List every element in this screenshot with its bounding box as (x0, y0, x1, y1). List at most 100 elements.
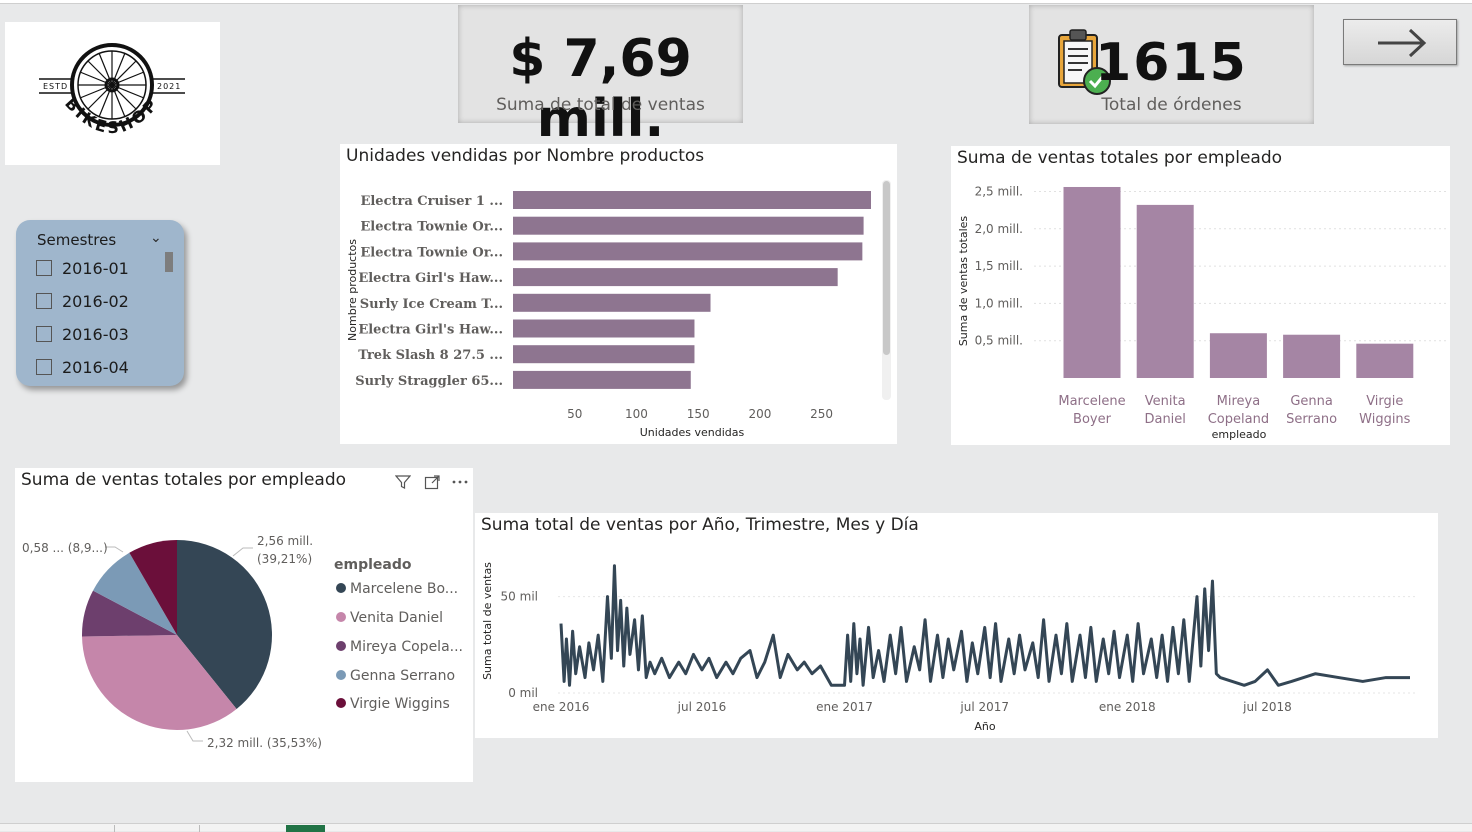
y-axis-title: Suma de ventas totales (957, 216, 970, 347)
x-tick-label: jul 2018 (1242, 700, 1292, 714)
product-label: Electra Townie Or... (360, 220, 503, 235)
checkbox[interactable] (36, 326, 52, 342)
employee-label: Daniel (1144, 412, 1185, 427)
sales-line (559, 564, 1410, 687)
employee-bar (1209, 333, 1267, 378)
checkbox[interactable] (36, 260, 52, 276)
x-axis-title: Unidades vendidas (640, 426, 745, 439)
employee-label: Boyer (1073, 412, 1112, 427)
leader-line (186, 730, 203, 742)
data-label-marcelene: 2,56 mill. (257, 534, 313, 548)
x-tick-label: 200 (748, 407, 771, 421)
product-bar (513, 345, 695, 364)
products-scrollbar[interactable] (882, 180, 891, 400)
legend-dot (336, 612, 346, 622)
pie-chart: 2,56 mill. (39,21%) 2,32 mill. (35,53%) 0,5… (22, 534, 322, 750)
legend-item[interactable]: Marcelene Bo... (336, 581, 458, 597)
kpi-orders-label: Total de órdenes (1101, 95, 1242, 115)
employee-bar (1063, 186, 1121, 378)
slicer-option[interactable]: 2016-02 (36, 292, 129, 312)
legend-item[interactable]: Genna Serrano (336, 668, 455, 684)
y-tick-label: 0,5 mill. (975, 334, 1023, 348)
bikeshop-logo: ESTD 2021 BIKESHOP (39, 43, 185, 137)
data-label-genna: 0,58 ... (8,9...) (22, 541, 108, 555)
slicer-option[interactable]: 2016-01 (36, 259, 129, 279)
product-label: Trek Slash 8 27.5 ... (358, 348, 503, 363)
checkbox[interactable] (36, 293, 52, 309)
leader-line (105, 546, 124, 553)
slicer-option[interactable]: 2016-04 (36, 358, 129, 378)
products-bar-visual[interactable]: Unidades vendidas por Nombre productos E… (340, 144, 897, 444)
legend-item[interactable]: Mireya Copela... (336, 639, 463, 655)
employee-label: Marcelene (1058, 394, 1125, 409)
y-tick-label: 2,0 mill. (975, 222, 1023, 236)
legend-label: Venita Daniel (350, 610, 444, 626)
legend-dot (336, 641, 346, 651)
employee-pie-visual[interactable]: Suma de ventas totales por empleado 2,56… (15, 468, 473, 782)
products-bar-chart: Electra Cruiser 1 ... Electra Townie Or..… (346, 191, 871, 439)
legend-item[interactable]: Venita Daniel (336, 610, 443, 626)
next-page-button[interactable] (1343, 19, 1457, 65)
x-tick-label: ene 2017 (816, 700, 873, 714)
top-ribbon-edge (0, 0, 1472, 4)
employee-label: Mireya (1217, 394, 1261, 409)
employee-bar-visual[interactable]: Suma de ventas totales por empleado 0,5 … (951, 146, 1450, 445)
legend-label: Genna Serrano (350, 668, 456, 684)
slicer-option-label: 2016-03 (62, 325, 129, 344)
logo-estd: ESTD (43, 82, 68, 91)
x-tick-label: ene 2018 (1099, 700, 1156, 714)
employee-bar-chart: 0,5 mill. 1,0 mill. 1,5 mill. 2,0 mill. 2,5 … (957, 184, 1449, 441)
kpi-sales-label: Suma de total de ventas (496, 95, 705, 115)
product-bar (513, 319, 695, 338)
scrollbar-thumb[interactable] (883, 181, 890, 355)
focus-mode-icon[interactable] (424, 474, 440, 490)
product-bar (513, 268, 838, 287)
legend-dot (336, 698, 346, 708)
employee-bar (1356, 343, 1414, 378)
employee-label: Copeland (1208, 412, 1269, 427)
more-options-icon[interactable] (451, 474, 469, 490)
x-tick-label: 50 (567, 407, 582, 421)
product-label: Electra Girl's Haw... (358, 271, 503, 286)
checkbox[interactable] (36, 359, 52, 375)
logo-year: 2021 (157, 82, 181, 91)
slicer-option-label: 2016-02 (62, 292, 129, 311)
x-axis-title: Año (974, 720, 995, 733)
legend-item[interactable]: Virgie Wiggins (336, 696, 450, 712)
data-label-marcelene-pct: (39,21%) (257, 552, 312, 566)
y-tick-label: 1,0 mill. (975, 296, 1023, 310)
slicer-option-label: 2016-04 (62, 358, 129, 377)
chevron-down-icon[interactable]: ⌄ (150, 230, 162, 246)
slicer-option[interactable]: 2016-03 (36, 325, 129, 345)
legend-title: empleado (334, 557, 412, 573)
filter-icon[interactable] (395, 474, 411, 490)
product-label: Surly Ice Cream T... (360, 297, 503, 312)
legend-dot (336, 583, 346, 593)
y-axis-title: Suma total de ventas (481, 562, 494, 680)
employee-bar (1283, 334, 1341, 378)
kpi-sales-value: $ 7,69 mill. (509, 29, 692, 149)
slicer-scrollbar[interactable] (165, 252, 173, 272)
legend-dot (336, 670, 346, 680)
logo-panel: ESTD 2021 BIKESHOP (5, 22, 220, 165)
kpi-orders-value: 1615 (1095, 33, 1248, 93)
kpi-card-sales[interactable]: $ 7,69 mill. Suma de total de ventas (458, 5, 743, 149)
data-label-venita: 2,32 mill. (35,53%) (207, 736, 322, 750)
y-tick-label: 50 mil (501, 590, 538, 604)
arrow-right-icon (1378, 28, 1427, 58)
x-axis-title: empleado (1212, 428, 1267, 441)
slicer-title: Semestres (37, 231, 117, 249)
product-label: Electra Girl's Haw... (358, 323, 503, 338)
x-tick-label: 100 (625, 407, 648, 421)
employee-label: Virgie (1366, 394, 1403, 409)
employee-bar (1136, 204, 1194, 378)
legend-label: Marcelene Bo... (350, 581, 459, 597)
sales-line-visual[interactable]: Suma total de ventas por Año, Trimestre,… (475, 513, 1438, 738)
product-label: Electra Townie Or... (360, 245, 503, 260)
employee-label: Wiggins (1359, 412, 1411, 427)
x-tick-label: 150 (687, 407, 710, 421)
product-bar (513, 216, 864, 235)
semestres-slicer[interactable]: Semestres ⌄ 2016-01 2016-02 2016-03 2016… (16, 220, 184, 386)
kpi-card-orders[interactable]: 1615 Total de órdenes (1029, 5, 1314, 124)
x-tick-label: 250 (810, 407, 833, 421)
